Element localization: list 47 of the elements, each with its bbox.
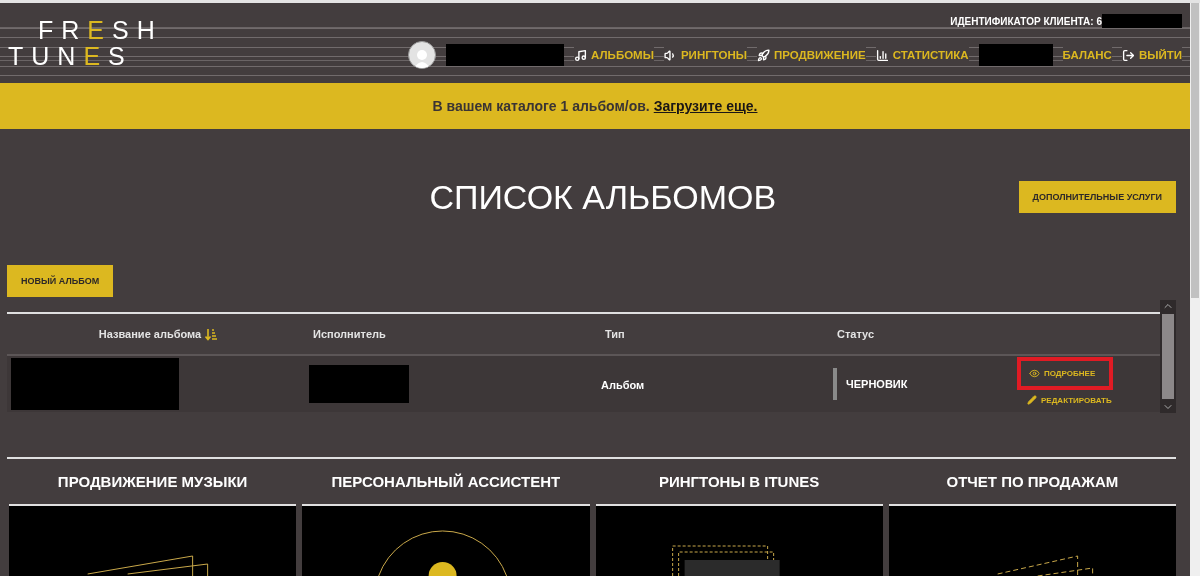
column-header[interactable]: Статус <box>837 328 875 341</box>
logout-icon <box>1121 48 1135 62</box>
scroll-thumb[interactable] <box>1162 314 1174 400</box>
nav-link[interactable]: СТАТИСТИКА <box>875 46 969 64</box>
status-bar <box>833 368 837 401</box>
service-card[interactable] <box>9 504 297 576</box>
column-header[interactable]: Исполнитель <box>313 328 386 341</box>
nav-link[interactable]: АЛЬБОМЫ <box>574 46 654 64</box>
column-header[interactable]: Тип <box>605 328 625 341</box>
notice-text: В вашем каталоге 1 альбом/ов. Загрузите еще. <box>432 98 758 114</box>
logo-text[interactable]: SH <box>112 15 163 44</box>
nav-link[interactable]: РИНГТОНЫ <box>663 46 747 64</box>
logo-text[interactable]: TUN <box>8 41 84 70</box>
service-title: ПЕРСОНАЛЬНЫЙ АССИСТЕНТ <box>330 472 562 492</box>
music-note-icon <box>574 48 588 62</box>
logo-text[interactable]: FR <box>38 15 88 44</box>
pencil-icon <box>1027 395 1037 406</box>
service-title: ПРОДВИЖЕНИЕ МУЗЫКИ <box>56 472 249 492</box>
logo-text[interactable]: E <box>87 15 112 44</box>
eye-icon <box>1029 368 1040 380</box>
nav-link[interactable]: ВЫЙТИ <box>1121 46 1182 64</box>
nav-link[interactable]: ПРОДВИЖЕНИЕ <box>756 46 866 64</box>
nav-link[interactable]: БАЛАНС <box>1062 47 1112 63</box>
service-card[interactable] <box>595 504 883 576</box>
edit-link[interactable]: РЕДАКТИРОВАТЬ <box>1017 395 1112 406</box>
speaker-icon <box>663 48 677 62</box>
status-cell: ЧЕРНОВИК <box>846 378 908 391</box>
client-id-label: ИДЕНТИФИКАТОР КЛИЕНТА: 6 <box>950 15 1102 27</box>
service-card[interactable] <box>302 504 590 576</box>
column-header[interactable]: Название альбома <box>98 328 202 341</box>
service-title: ОТЧЕТ ПО ПРОДАЖАМ <box>945 472 1120 492</box>
bar-chart-icon <box>875 48 889 62</box>
type-cell: Альбом <box>601 379 645 392</box>
extra-services-button[interactable]: ДОПОЛНИТЕЛЬНЫЕ УСЛУГИ <box>1018 181 1176 214</box>
service-title: РИНГТОНЫ В ITUNES <box>658 472 821 492</box>
page-title: СПИСОК АЛЬБОМОВ <box>428 177 778 217</box>
new-album-button[interactable]: НОВЫЙ АЛЬБОМ <box>7 265 114 298</box>
table-scrollbar[interactable] <box>1160 300 1176 414</box>
logo-text[interactable]: S <box>108 41 133 70</box>
rocket-icon <box>756 48 770 62</box>
details-link[interactable]: ПОДРОБНЕЕ <box>1017 357 1114 391</box>
logo-text[interactable]: E <box>83 41 109 70</box>
sort-icon[interactable] <box>205 327 218 341</box>
page-scrollbar[interactable] <box>1190 3 1200 576</box>
upload-link[interactable]: Загрузите еще. <box>653 98 758 114</box>
avatar[interactable] <box>408 41 437 69</box>
service-card[interactable] <box>888 504 1176 576</box>
